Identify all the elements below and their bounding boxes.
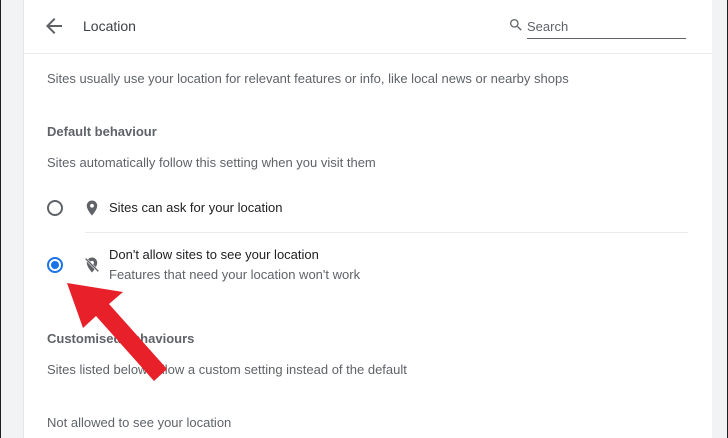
customised-behaviours-description: Sites listed below follow a custom setti…: [47, 362, 407, 377]
customised-behaviours-heading: Customised behaviours: [47, 331, 195, 346]
settings-card: Location Sites usually use your location…: [24, 0, 712, 438]
arrow-back-icon: [46, 18, 62, 34]
radio-selected-dot: [51, 261, 59, 269]
default-behaviour-heading: Default behaviour: [47, 124, 157, 139]
location-pin-icon: [86, 200, 98, 216]
search-icon: [510, 19, 522, 31]
page-header: Location: [24, 0, 712, 54]
location-off-icon: [84, 257, 100, 273]
search-box[interactable]: [508, 14, 688, 40]
search-input[interactable]: [527, 14, 686, 39]
header-divider: [24, 53, 712, 54]
left-gutter: [1, 0, 24, 438]
option-label-allow-ask[interactable]: Sites can ask for your location: [109, 200, 282, 215]
option-label-dont-allow[interactable]: Don't allow sites to see your location: [109, 247, 319, 262]
option-divider: [85, 232, 688, 233]
not-allowed-heading: Not allowed to see your location: [47, 415, 232, 430]
back-button[interactable]: [42, 14, 66, 38]
option-sublabel-dont-allow: Features that need your location won't w…: [109, 267, 361, 282]
browser-frame: Location Sites usually use your location…: [0, 0, 728, 438]
default-behaviour-description: Sites automatically follow this setting …: [47, 155, 376, 170]
right-gutter: [710, 0, 727, 438]
radio-allow-ask[interactable]: [47, 200, 63, 216]
radio-dont-allow[interactable]: [47, 257, 63, 273]
intro-text: Sites usually use your location for rele…: [47, 71, 569, 86]
page-title: Location: [83, 18, 136, 34]
